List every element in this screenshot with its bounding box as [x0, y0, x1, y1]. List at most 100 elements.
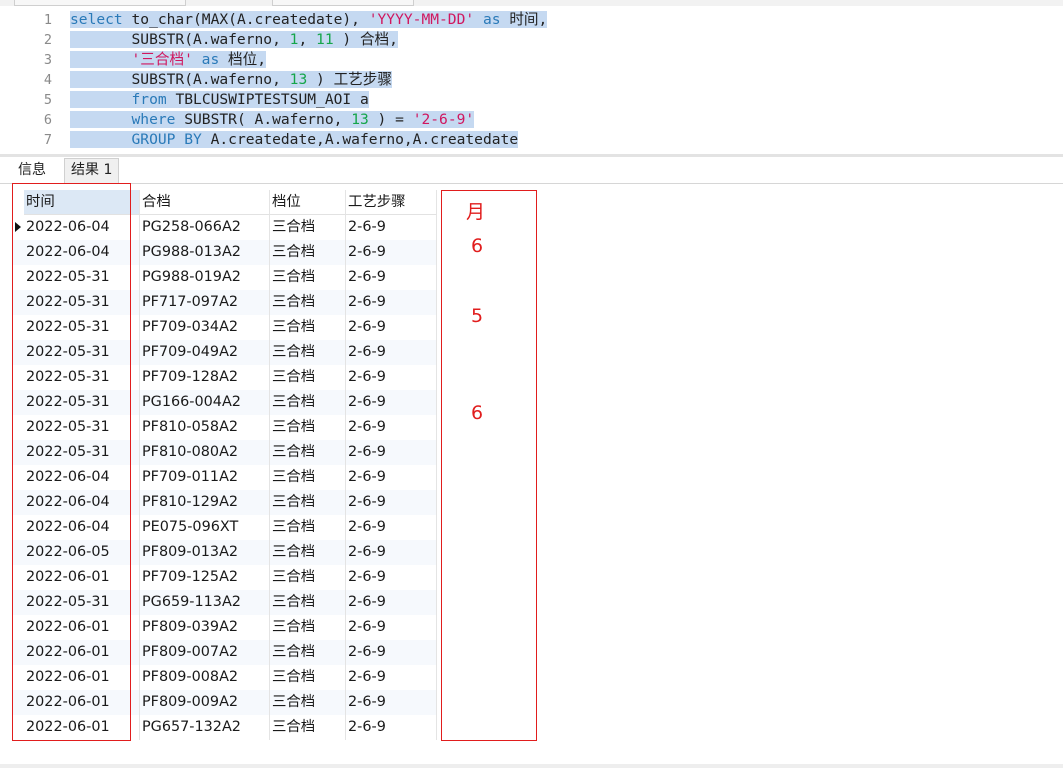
cell-merge[interactable]: PG988-013A2	[140, 240, 270, 265]
sql-editor[interactable]: 1 2 3 4 5 6 7 select to_char(MAX(A.createdate)…	[0, 6, 1063, 154]
tab-result-1[interactable]: 结果 1	[64, 158, 120, 183]
cell-grade[interactable]: 三合档	[270, 715, 346, 740]
annotation-value: 6	[471, 402, 484, 424]
cell-grade[interactable]: 三合档	[270, 365, 346, 390]
cell-step[interactable]: 2-6-9	[346, 390, 437, 415]
bottom-border	[0, 764, 1063, 768]
cell-grade[interactable]: 三合档	[270, 415, 346, 440]
sql-code[interactable]: select to_char(MAX(A.createdate), 'YYYY-…	[70, 10, 548, 150]
cell-grade[interactable]: 三合档	[270, 390, 346, 415]
line-number: 7	[43, 132, 52, 148]
code-token: as	[482, 11, 501, 28]
cell-grade[interactable]: 三合档	[270, 540, 346, 565]
cell-grade[interactable]: 三合档	[270, 240, 346, 265]
cell-grade[interactable]: 三合档	[270, 215, 346, 240]
cell-step[interactable]: 2-6-9	[346, 415, 437, 440]
code-token: 'YYYY-MM-DD'	[368, 11, 475, 28]
cell-grade[interactable]: 三合档	[270, 615, 346, 640]
cell-step[interactable]: 2-6-9	[346, 265, 437, 290]
code-line[interactable]: SUBSTR(A.waferno, 1, 11 ) 合档,	[70, 30, 547, 50]
cell-merge[interactable]: PF709-125A2	[140, 565, 270, 590]
cell-merge[interactable]: PE075-096XT	[140, 515, 270, 540]
cell-grade[interactable]: 三合档	[270, 565, 346, 590]
cell-step[interactable]: 2-6-9	[346, 615, 437, 640]
selected-text: GROUP BY A.createdate,A.waferno,A.create…	[70, 131, 519, 148]
cell-merge[interactable]: PF809-013A2	[140, 540, 270, 565]
cell-grade[interactable]: 三合档	[270, 640, 346, 665]
cell-grade[interactable]: 三合档	[270, 440, 346, 465]
cell-merge[interactable]: PG166-004A2	[140, 390, 270, 415]
cell-step[interactable]: 2-6-9	[346, 640, 437, 665]
cell-step[interactable]: 2-6-9	[346, 715, 437, 740]
code-token: TBLCUSWIPTESTSUM_AOI a	[166, 91, 369, 108]
cell-step[interactable]: 2-6-9	[346, 315, 437, 340]
cell-merge[interactable]: PF709-049A2	[140, 340, 270, 365]
cell-grade[interactable]: 三合档	[270, 515, 346, 540]
code-line[interactable]: select to_char(MAX(A.createdate), 'YYYY-…	[70, 10, 548, 30]
code-token: where	[131, 111, 176, 128]
cell-merge[interactable]: PG988-019A2	[140, 265, 270, 290]
code-token: '2-6-9'	[412, 111, 475, 128]
cell-merge[interactable]: PF709-011A2	[140, 465, 270, 490]
cell-grade[interactable]: 三合档	[270, 690, 346, 715]
cell-grade[interactable]: 三合档	[270, 490, 346, 515]
line-number: 6	[43, 112, 52, 128]
cell-grade[interactable]: 三合档	[270, 665, 346, 690]
cell-merge[interactable]: PG258-066A2	[140, 215, 270, 240]
cell-merge[interactable]: PF709-034A2	[140, 315, 270, 340]
cell-step[interactable]: 2-6-9	[346, 340, 437, 365]
cell-step[interactable]: 2-6-9	[346, 690, 437, 715]
cell-grade[interactable]: 三合档	[270, 290, 346, 315]
line-number: 4	[43, 72, 52, 88]
code-line[interactable]: '三合档' as 档位,	[70, 50, 547, 70]
cell-grade[interactable]: 三合档	[270, 265, 346, 290]
cell-grade[interactable]: 三合档	[270, 340, 346, 365]
cell-step[interactable]: 2-6-9	[346, 590, 437, 615]
cell-merge[interactable]: PF809-039A2	[140, 615, 270, 640]
cell-step[interactable]: 2-6-9	[346, 665, 437, 690]
code-line[interactable]: from TBLCUSWIPTESTSUM_AOI a	[70, 90, 547, 110]
cell-merge[interactable]: PF809-008A2	[140, 665, 270, 690]
cell-step[interactable]: 2-6-9	[346, 440, 437, 465]
code-line[interactable]: SUBSTR(A.waferno, 13 ) 工艺步骤	[70, 70, 547, 90]
cell-step[interactable]: 2-6-9	[346, 565, 437, 590]
annotation-month-label: 月	[466, 201, 486, 223]
code-token: A.createdate,A.waferno,A.createdate	[201, 131, 519, 148]
cell-merge[interactable]: PG657-132A2	[140, 715, 270, 740]
cell-merge[interactable]: PF810-080A2	[140, 440, 270, 465]
cell-merge[interactable]: PG659-113A2	[140, 590, 270, 615]
cell-grade[interactable]: 三合档	[270, 315, 346, 340]
tab-info[interactable]: 信息	[12, 159, 52, 182]
cell-merge[interactable]: PF709-128A2	[140, 365, 270, 390]
cell-step[interactable]: 2-6-9	[346, 465, 437, 490]
cell-step[interactable]: 2-6-9	[346, 365, 437, 390]
line-number: 3	[43, 52, 52, 68]
code-line[interactable]: GROUP BY A.createdate,A.waferno,A.create…	[70, 130, 547, 150]
cell-merge[interactable]: PF809-007A2	[140, 640, 270, 665]
selected-text: select to_char(MAX(A.createdate), 'YYYY-…	[70, 11, 548, 28]
annotation-value: 6	[471, 235, 484, 257]
code-line[interactable]: where SUBSTR( A.waferno, 13 ) = '2-6-9'	[70, 110, 547, 130]
cell-merge[interactable]: PF810-129A2	[140, 490, 270, 515]
selected-text: '三合档' as 档位,	[70, 51, 267, 68]
column-header-step[interactable]: 工艺步骤	[346, 190, 437, 215]
column-header-grade[interactable]: 档位	[270, 190, 346, 215]
line-number: 1	[43, 12, 52, 28]
cell-grade[interactable]: 三合档	[270, 590, 346, 615]
selected-text: where SUBSTR( A.waferno, 13 ) = '2-6-9'	[70, 111, 475, 128]
cell-step[interactable]: 2-6-9	[346, 540, 437, 565]
cell-step[interactable]: 2-6-9	[346, 290, 437, 315]
cell-merge[interactable]: PF809-009A2	[140, 690, 270, 715]
cell-merge[interactable]: PF810-058A2	[140, 415, 270, 440]
cell-step[interactable]: 2-6-9	[346, 490, 437, 515]
cell-step[interactable]: 2-6-9	[346, 240, 437, 265]
cell-step[interactable]: 2-6-9	[346, 515, 437, 540]
selected-text: SUBSTR(A.waferno, 13 ) 工艺步骤	[70, 71, 392, 88]
cell-merge[interactable]: PF717-097A2	[140, 290, 270, 315]
cell-step[interactable]: 2-6-9	[346, 215, 437, 240]
column-header-merge[interactable]: 合档	[140, 190, 270, 215]
cell-grade[interactable]: 三合档	[270, 465, 346, 490]
